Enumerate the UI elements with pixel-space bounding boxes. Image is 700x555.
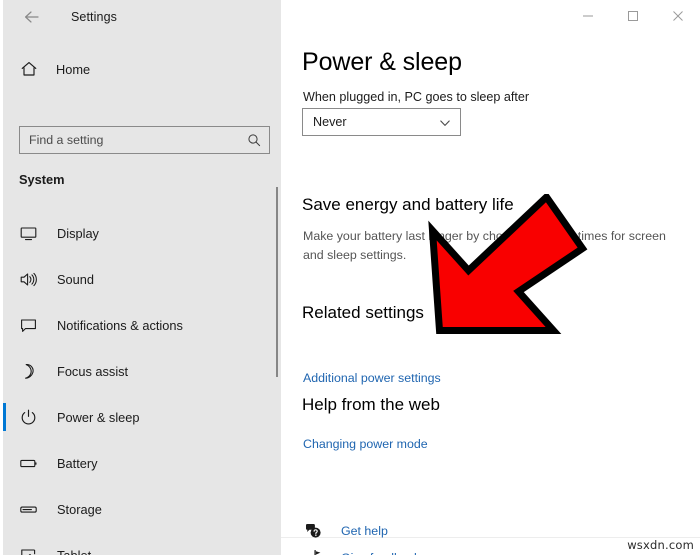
- close-icon: [672, 10, 684, 22]
- sidebar-item-power-and-sleep[interactable]: Power & sleep: [3, 394, 281, 440]
- sleep-timeout-value: Never: [313, 115, 347, 129]
- maximize-icon: [627, 10, 639, 22]
- moon-icon: [17, 360, 39, 382]
- main-content: Power & sleep When plugged in, PC goes t…: [281, 34, 700, 555]
- sidebar-item-label: Tablet: [57, 547, 92, 555]
- speaker-icon: [17, 268, 39, 290]
- selection-indicator: [3, 219, 6, 247]
- search-input[interactable]: [29, 133, 244, 147]
- feedback-person-icon: [303, 548, 322, 555]
- window-controls: [281, 0, 700, 34]
- chat-bubble-icon: [17, 314, 39, 336]
- sidebar-item-tablet[interactable]: Tablet: [3, 532, 281, 555]
- title-bar: Settings: [3, 0, 700, 34]
- monitor-icon: [17, 222, 39, 244]
- give-feedback-link[interactable]: Give feedback: [303, 548, 420, 555]
- sidebar-group-title: System: [19, 172, 65, 187]
- help-from-web-heading: Help from the web: [302, 395, 440, 414]
- sidebar-item-battery[interactable]: Battery: [3, 440, 281, 486]
- sleep-after-label: When plugged in, PC goes to sleep after: [303, 90, 530, 104]
- minimize-icon: [582, 10, 594, 22]
- back-button[interactable]: [11, 1, 53, 33]
- page-title: Power & sleep: [302, 48, 462, 76]
- sidebar-item-storage[interactable]: Storage: [3, 486, 281, 532]
- app-title: Settings: [71, 10, 117, 24]
- maximize-button[interactable]: [610, 0, 655, 31]
- battery-icon: [17, 452, 39, 474]
- additional-power-settings-link[interactable]: Additional power settings: [303, 371, 441, 385]
- sidebar-item-home[interactable]: Home: [3, 52, 281, 86]
- watermark: wsxdn.com: [627, 538, 694, 552]
- sidebar-item-display[interactable]: Display: [3, 210, 281, 256]
- title-bar-left: Settings: [3, 0, 281, 34]
- selection-indicator: [3, 311, 6, 339]
- sidebar-home-label: Home: [56, 61, 91, 77]
- back-arrow-icon: [23, 9, 41, 25]
- chevron-down-icon: [439, 116, 451, 128]
- home-icon: [19, 59, 39, 79]
- sidebar-item-focus-assist[interactable]: Focus assist: [3, 348, 281, 394]
- sidebar-item-label: Focus assist: [57, 363, 129, 379]
- sidebar-item-label: Battery: [57, 455, 98, 471]
- search-icon[interactable]: [247, 133, 261, 147]
- sidebar-item-label: Display: [57, 225, 99, 241]
- selection-indicator: [3, 357, 6, 385]
- settings-window: Settings Home Find a setting System Disp…: [0, 0, 700, 555]
- help-bubble-icon: [303, 521, 322, 540]
- sidebar: Home System: [3, 34, 281, 555]
- sidebar-item-label: Power & sleep: [57, 409, 140, 425]
- selection-indicator: [3, 403, 6, 431]
- selection-indicator: [3, 449, 6, 477]
- sidebar-item-notifications[interactable]: Notifications & actions: [3, 302, 281, 348]
- sidebar-scrollbar[interactable]: [274, 34, 281, 555]
- sidebar-item-label: Notifications & actions: [57, 317, 183, 333]
- get-help-label[interactable]: Get help: [341, 524, 388, 538]
- sidebar-nav-list: Display Sound Notifications & actions Fo…: [3, 210, 281, 555]
- power-icon: [17, 406, 39, 428]
- selection-indicator: [3, 495, 6, 523]
- give-feedback-label[interactable]: Give feedback: [341, 551, 420, 555]
- selection-indicator: [3, 541, 6, 555]
- sidebar-item-label: Sound: [57, 271, 95, 287]
- minimize-button[interactable]: [565, 0, 610, 31]
- sidebar-item-sound[interactable]: Sound: [3, 256, 281, 302]
- selection-indicator: [3, 265, 6, 293]
- sleep-timeout-dropdown[interactable]: Never: [302, 108, 461, 136]
- tablet-hand-icon: [17, 544, 39, 555]
- sidebar-scrollbar-thumb[interactable]: [276, 187, 278, 377]
- close-button[interactable]: [655, 0, 700, 31]
- save-energy-heading: Save energy and battery life: [302, 195, 514, 214]
- sidebar-item-label: Storage: [57, 501, 102, 517]
- related-settings-heading: Related settings: [302, 303, 424, 322]
- search-box[interactable]: [19, 126, 270, 154]
- search-container: [19, 126, 270, 154]
- storage-icon: [17, 498, 39, 520]
- get-help-link[interactable]: Get help: [303, 521, 388, 540]
- changing-power-mode-link[interactable]: Changing power mode: [303, 437, 428, 451]
- save-energy-body: Make your battery last longer by choosin…: [303, 229, 666, 262]
